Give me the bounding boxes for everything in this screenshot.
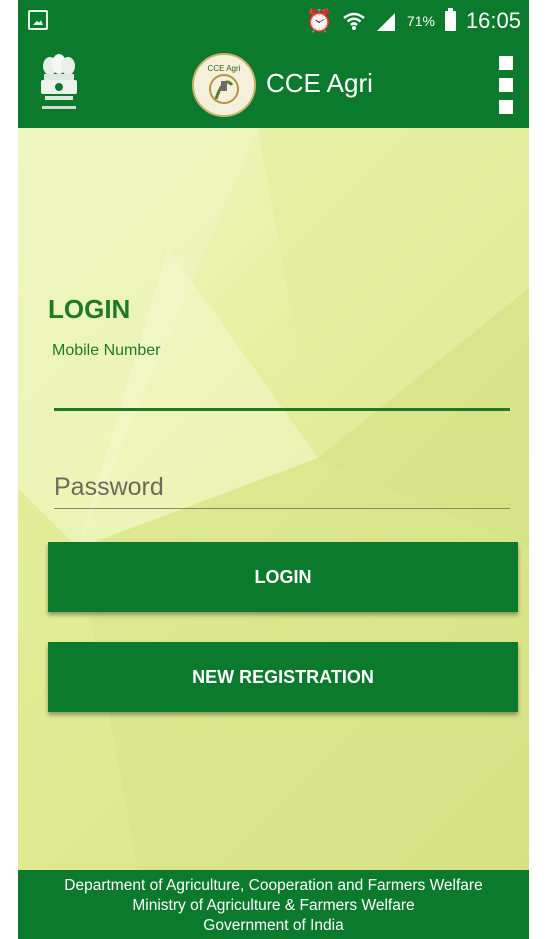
mobile-number-label: Mobile Number (52, 342, 161, 359)
overflow-menu-icon[interactable] (499, 56, 515, 114)
mobile-number-input[interactable] (54, 364, 510, 411)
status-bar: ⏰ 71% 16:05 (18, 0, 529, 44)
battery-icon (444, 8, 456, 31)
footer-department: Department of Agriculture, Cooperation a… (64, 877, 483, 894)
new-registration-button[interactable]: NEW REGISTRATION (48, 642, 518, 712)
national-emblem-icon (41, 54, 77, 109)
login-panel: LOGIN Mobile Number LOGIN NEW REGISTRATI… (18, 128, 529, 870)
logo-text: CCE Agri (208, 64, 241, 73)
password-input[interactable] (54, 466, 510, 509)
status-icons: ⏰ 71% 16:05 (305, 6, 521, 36)
signal-icon (376, 13, 395, 31)
cce-agri-logo: CCE Agri (192, 53, 256, 117)
gallery-icon (28, 10, 48, 30)
footer: Department of Agriculture, Cooperation a… (18, 870, 529, 939)
login-button[interactable]: LOGIN (48, 542, 518, 612)
footer-government: Government of India (203, 917, 344, 934)
footer-ministry: Ministry of Agriculture & Farmers Welfar… (132, 897, 415, 914)
login-heading: LOGIN (48, 294, 131, 324)
clock-time: 16:05 (465, 8, 521, 33)
app-title: CCE Agri (266, 68, 373, 98)
alarm-icon: ⏰ (305, 8, 333, 33)
phone-screen: ⏰ 71% 16:05 CCE Agri CCE Agri LOGIN Mobi… (18, 0, 529, 939)
app-bar: CCE Agri CCE Agri (18, 44, 529, 128)
wifi-icon (343, 12, 365, 30)
logo-emblem-icon: CCE Agri (208, 64, 241, 104)
battery-percent: 71% (406, 13, 435, 29)
